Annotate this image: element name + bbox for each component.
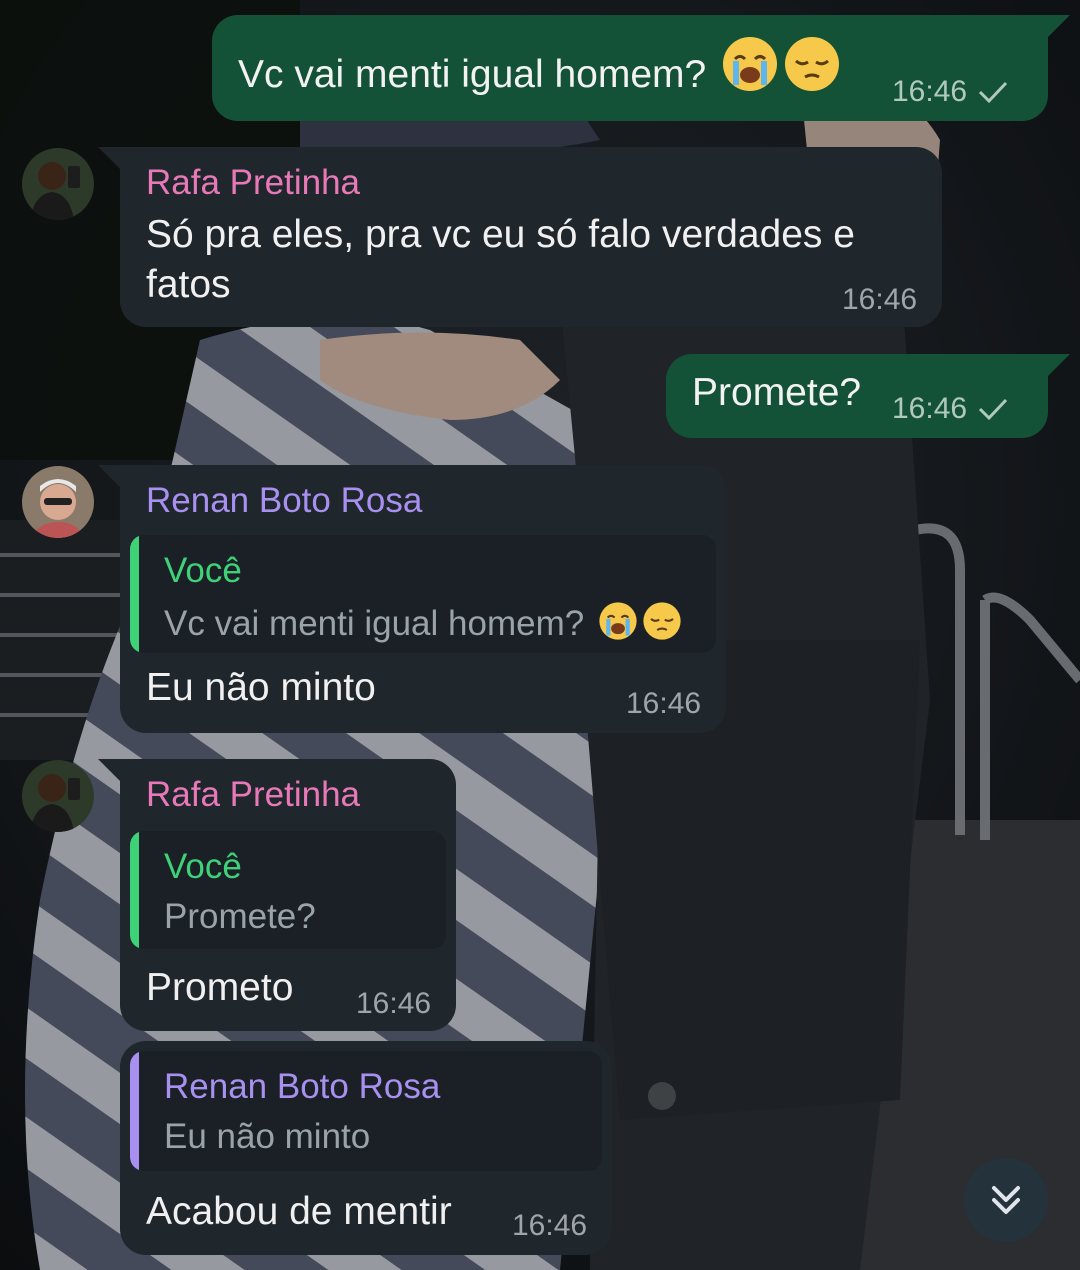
avatar[interactable] (22, 466, 94, 538)
check-icon (979, 398, 1008, 421)
avatar-image (22, 466, 94, 538)
quote-text: Vc vai menti igual homem? (164, 601, 682, 644)
quote-bar (130, 1051, 139, 1171)
message-time: 16:46 (842, 283, 918, 316)
outgoing-message[interactable]: Promete? 16:46 (666, 354, 1070, 438)
message-time: 16:46 (512, 1209, 588, 1242)
message-text: Prometo (146, 966, 294, 1009)
sender-name: Renan Boto Rosa (146, 481, 423, 520)
incoming-message[interactable]: Rafa Pretinha Só pra eles, pra vc eu só … (98, 147, 942, 327)
pensive-face-icon (785, 37, 840, 91)
scroll-to-bottom-button[interactable] (964, 1158, 1048, 1242)
quote-text: Eu não minto (164, 1117, 371, 1156)
quote-bar (130, 535, 139, 653)
sender-name: Rafa Pretinha (146, 163, 361, 202)
quote-bar (130, 831, 139, 949)
message-text: Vc vai menti igual homem? (238, 35, 841, 100)
incoming-message[interactable]: Rafa Pretinha Você Promete? Prometo 16:4… (98, 759, 456, 1031)
message-text-line: Só pra eles, pra vc eu só falo verdades … (146, 213, 855, 256)
quote-sender: Você (164, 551, 242, 590)
loudly-crying-face-icon (599, 602, 637, 640)
sender-name: Rafa Pretinha (146, 775, 361, 814)
avatar-image (22, 148, 94, 220)
message-time: 16:46 (892, 75, 1009, 109)
message-time: 16:46 (892, 392, 1009, 426)
message-time: 16:46 (356, 987, 432, 1020)
quoted-message[interactable]: Você Vc vai menti igual homem? (130, 535, 716, 653)
message-text: Promete? (692, 371, 862, 414)
quote-sender: Você (164, 847, 242, 886)
incoming-message[interactable]: Renan Boto Rosa Eu não minto Acabou de m… (120, 1041, 612, 1255)
double-chevron-down-icon (992, 1186, 1020, 1214)
loudly-crying-face-icon (723, 37, 778, 91)
message-time: 16:46 (626, 687, 702, 720)
incoming-message[interactable]: Renan Boto Rosa Você Vc vai menti igual … (98, 465, 726, 733)
quote-text: Promete? (164, 897, 316, 936)
message-text: Eu não minto (146, 666, 376, 709)
avatar[interactable] (22, 760, 94, 832)
check-icon (979, 81, 1008, 104)
pensive-face-icon (643, 602, 681, 640)
quoted-message[interactable]: Você Promete? (130, 831, 446, 949)
avatar-image (22, 760, 94, 832)
quote-sender: Renan Boto Rosa (164, 1067, 441, 1106)
quoted-message[interactable]: Renan Boto Rosa Eu não minto (130, 1051, 602, 1171)
message-text: Acabou de mentir (146, 1190, 452, 1233)
avatar[interactable] (22, 148, 94, 220)
outgoing-message[interactable]: Vc vai menti igual homem? 16:46 (212, 15, 1070, 121)
message-text-line: fatos (146, 263, 231, 306)
